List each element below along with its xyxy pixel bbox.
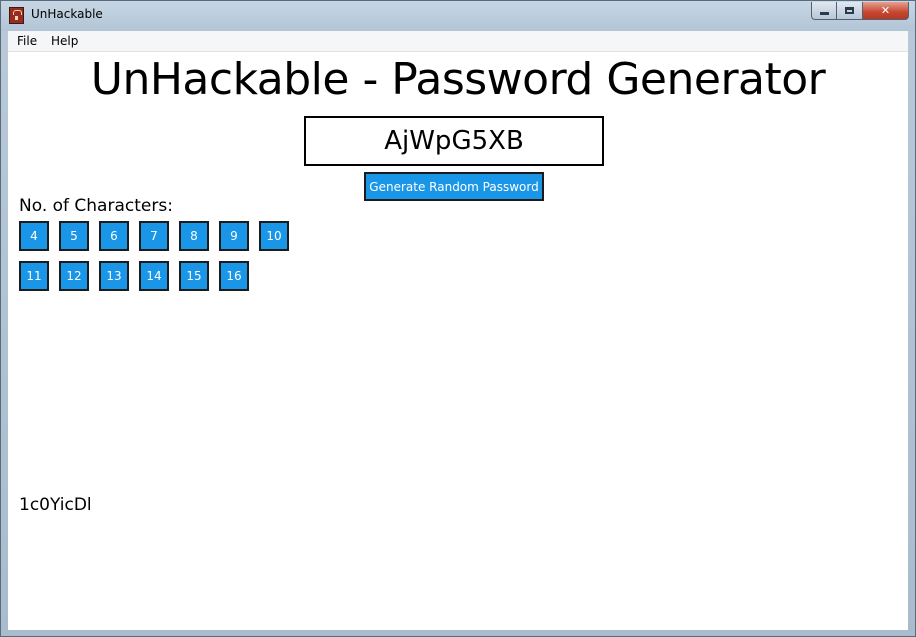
- menu-file[interactable]: File: [17, 34, 37, 48]
- page-title: UnHackable - Password Generator: [90, 54, 826, 105]
- length-button-9[interactable]: 9: [219, 221, 249, 251]
- menu-bar: File Help: [8, 31, 908, 52]
- maximize-button[interactable]: [837, 2, 863, 20]
- password-value: AjWpG5XB: [384, 126, 524, 156]
- length-button-16[interactable]: 16: [219, 261, 249, 291]
- password-display[interactable]: AjWpG5XB: [304, 116, 604, 166]
- length-button-14[interactable]: 14: [139, 261, 169, 291]
- title-bar[interactable]: UnHackable ✕: [1, 1, 915, 31]
- length-button-7[interactable]: 7: [139, 221, 169, 251]
- characters-label: No. of Characters:: [19, 196, 173, 216]
- window-title: UnHackable: [31, 7, 103, 21]
- maximize-icon: [845, 7, 854, 14]
- generate-password-button[interactable]: Generate Random Password: [364, 172, 544, 201]
- length-button-10[interactable]: 10: [259, 221, 289, 251]
- length-button-11[interactable]: 11: [19, 261, 49, 291]
- length-button-5[interactable]: 5: [59, 221, 89, 251]
- close-icon: ✕: [880, 4, 891, 17]
- length-button-6[interactable]: 6: [99, 221, 129, 251]
- close-button[interactable]: ✕: [863, 2, 909, 20]
- length-button-8[interactable]: 8: [179, 221, 209, 251]
- minimize-button[interactable]: [811, 2, 837, 20]
- client-area: UnHackable - Password Generator AjWpG5XB…: [8, 52, 908, 630]
- window-controls: ✕: [811, 2, 909, 21]
- length-button-15[interactable]: 15: [179, 261, 209, 291]
- length-button-12[interactable]: 12: [59, 261, 89, 291]
- app-lock-icon: [9, 7, 24, 24]
- length-button-13[interactable]: 13: [99, 261, 129, 291]
- app-window: UnHackable ✕ File Help UnHackable - Pass…: [0, 0, 916, 637]
- length-button-4[interactable]: 4: [19, 221, 49, 251]
- previous-password: 1c0YicDl: [19, 495, 92, 515]
- menu-help[interactable]: Help: [51, 34, 78, 48]
- minimize-icon: [819, 12, 829, 15]
